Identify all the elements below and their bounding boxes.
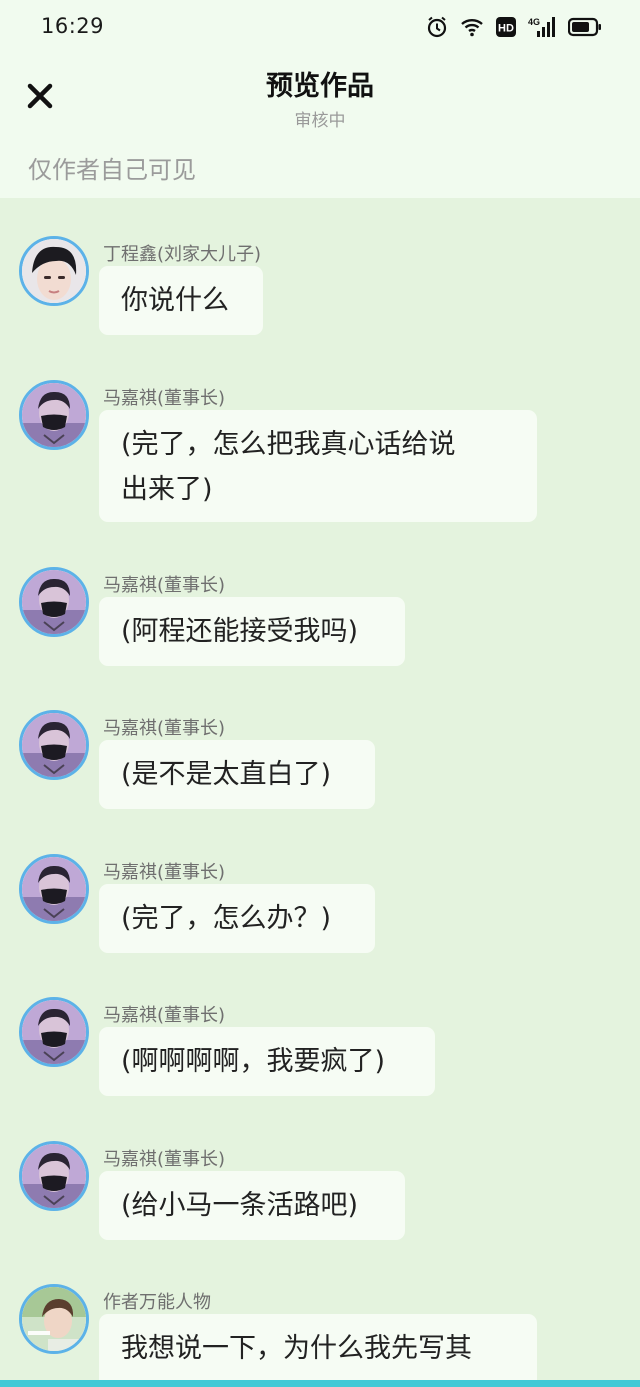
avatar-majiaqi[interactable] bbox=[19, 710, 89, 780]
message-bubble[interactable]: (给小马一条活路吧) bbox=[99, 1171, 405, 1240]
message-bubble[interactable]: 我想说一下，为什么我先写其 bbox=[99, 1314, 537, 1387]
review-status: 审核中 bbox=[294, 111, 346, 131]
avatar-majiaqi[interactable] bbox=[19, 380, 89, 450]
message-bubble[interactable]: 你说什么 bbox=[99, 266, 263, 335]
visibility-notice: 仅作者自己可见 bbox=[28, 156, 196, 184]
message-bubble[interactable]: (阿程还能接受我吗) bbox=[99, 597, 405, 666]
battery-icon bbox=[568, 17, 602, 37]
sender-name: 马嘉祺(董事长) bbox=[103, 1005, 226, 1026]
sender-name: 马嘉祺(董事长) bbox=[103, 718, 226, 739]
hd-icon: HD bbox=[496, 17, 516, 37]
message-bubble[interactable]: (是不是太直白了) bbox=[99, 740, 375, 809]
sender-name: 丁程鑫(刘家大儿子) bbox=[103, 244, 262, 265]
header: 16:29 HD 4G 预览作品 审核中 仅作者自己可见 bbox=[0, 0, 640, 198]
bottom-bar bbox=[0, 1380, 640, 1387]
message-bubble[interactable]: (完了，怎么办？) bbox=[99, 884, 375, 953]
avatar-majiaqi[interactable] bbox=[19, 1141, 89, 1211]
avatar-majiaqi[interactable] bbox=[19, 567, 89, 637]
avatar-majiaqi[interactable] bbox=[19, 997, 89, 1067]
page-title: 预览作品 bbox=[266, 71, 374, 102]
avatar-majiaqi[interactable] bbox=[19, 854, 89, 924]
avatar-dingchengxin[interactable] bbox=[19, 236, 89, 306]
sender-name: 马嘉祺(董事长) bbox=[103, 388, 226, 409]
svg-text:HD: HD bbox=[498, 23, 514, 35]
wifi-icon bbox=[460, 17, 484, 37]
sender-name: 作者万能人物 bbox=[103, 1292, 211, 1313]
sender-name: 马嘉祺(董事长) bbox=[103, 1149, 226, 1170]
message-bubble[interactable]: (啊啊啊啊，我要疯了) bbox=[99, 1027, 435, 1096]
status-icons: HD 4G bbox=[426, 12, 602, 42]
svg-text:4G: 4G bbox=[528, 17, 540, 27]
signal-4g-icon: 4G bbox=[528, 16, 556, 38]
alarm-icon bbox=[426, 16, 448, 38]
chat-list[interactable]: 丁程鑫(刘家大儿子) 你说什么 马嘉祺(董事长) (完了，怎么把我真心话给说 出… bbox=[0, 198, 640, 1387]
sender-name: 马嘉祺(董事长) bbox=[103, 575, 226, 596]
status-time: 16:29 bbox=[41, 14, 105, 38]
avatar-author[interactable] bbox=[19, 1284, 89, 1354]
message-bubble[interactable]: (完了，怎么把我真心话给说 出来了) bbox=[99, 410, 537, 522]
sender-name: 马嘉祺(董事长) bbox=[103, 862, 226, 883]
